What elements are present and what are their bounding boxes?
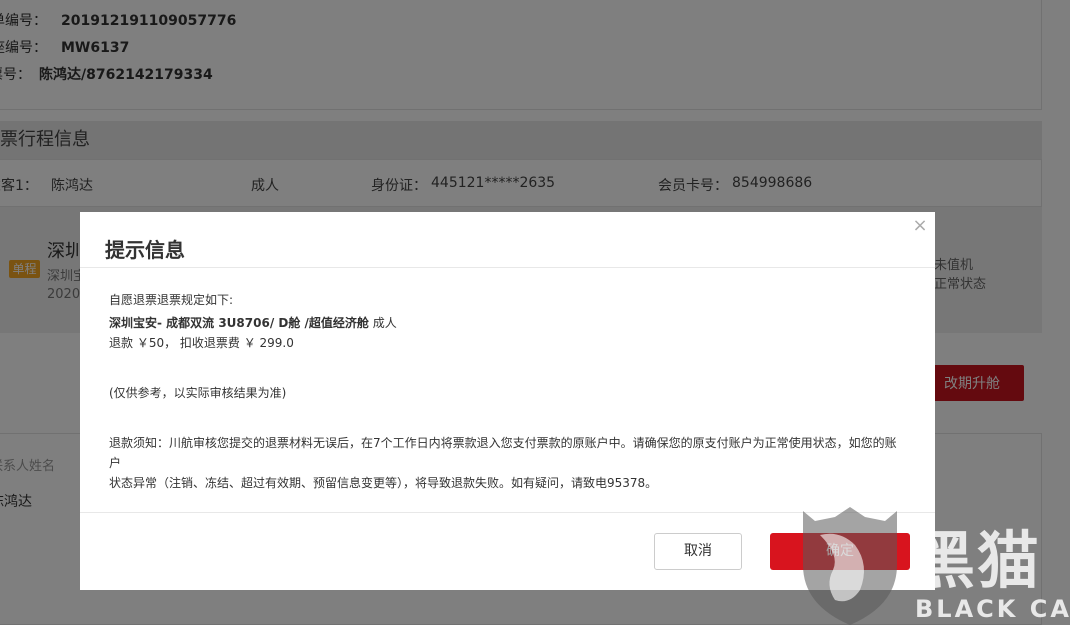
dialog-header-divider [80, 267, 935, 268]
refund-route-line: 深圳宝安- 成都双流 3U8706/ D舱 /超值经济舱 成人 [109, 313, 909, 333]
dialog-body: 自愿退票退票规定如下: 深圳宝安- 成都双流 3U8706/ D舱 /超值经济舱… [109, 290, 909, 493]
confirm-button[interactable]: 确定 [770, 533, 910, 570]
refund-rule-intro: 自愿退票退票规定如下: [109, 293, 234, 307]
refund-amount-line: 退款 ￥50， 扣收退票费 ￥ 299.0 [109, 336, 294, 350]
close-icon[interactable]: × [912, 217, 928, 235]
refund-passenger-type: 成人 [368, 316, 397, 330]
refund-notice-line2: 状态异常（注销、冻结、超过有效期、预留信息变更等），将导致退款失败。如有疑问，请… [109, 476, 658, 490]
refund-notice-line1: 退款须知：川航审核您提交的退票材料无误后，在7个工作日内将票款退入您支付票款的原… [109, 436, 897, 470]
dialog-footer-divider [80, 512, 935, 513]
refund-info-dialog: 提示信息 × 自愿退票退票规定如下: 深圳宝安- 成都双流 3U8706/ D舱… [80, 212, 935, 590]
cancel-button[interactable]: 取消 [654, 533, 742, 570]
refund-route: 深圳宝安- 成都双流 3U8706/ D舱 /超值经济舱 [109, 316, 369, 330]
reference-note: (仅供参考，以实际审核结果为准) [109, 386, 287, 400]
dialog-title: 提示信息 [105, 238, 185, 262]
